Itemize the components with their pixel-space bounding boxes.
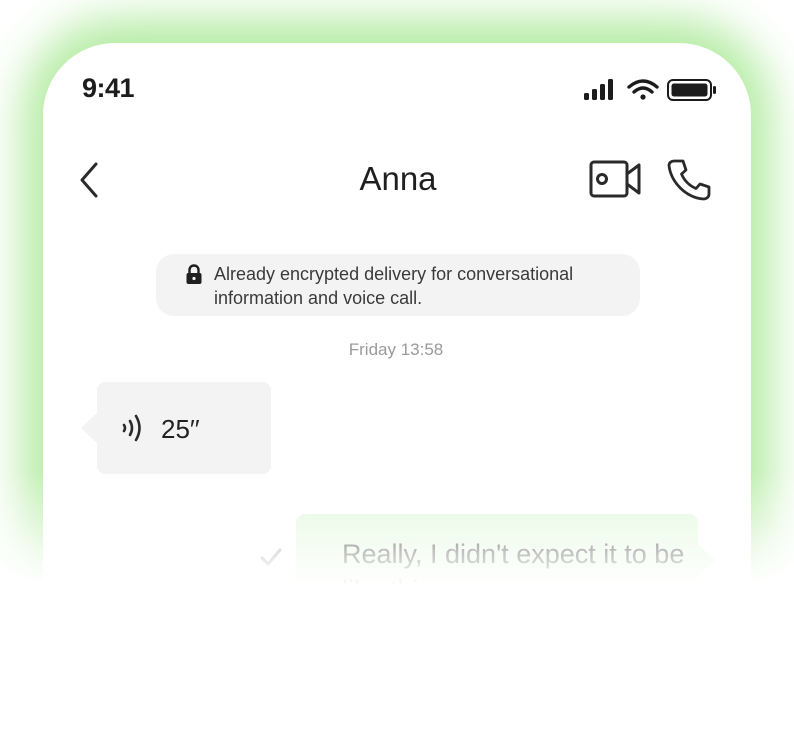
wifi-icon — [627, 79, 659, 100]
app-screen: 9:41 Anna Already encrypted delivery for… — [0, 0, 794, 746]
outgoing-message-text: Really, I didn't expect it to be like th… — [342, 539, 685, 605]
phone-call-icon — [667, 159, 711, 201]
encryption-notice: Already encrypted delivery for conversat… — [156, 254, 640, 316]
contact-name: Anna — [359, 160, 437, 197]
voice-duration: 25′′ — [161, 414, 200, 444]
video-call-icon — [589, 160, 641, 198]
check-icon — [260, 548, 282, 566]
message-timestamp: Friday 13:58 — [348, 340, 444, 359]
voice-wave-icon — [122, 414, 141, 442]
lock-icon — [186, 264, 202, 284]
status-icons — [584, 79, 716, 101]
back-button[interactable] — [70, 158, 110, 202]
battery-icon — [667, 79, 716, 101]
encryption-notice-text: Already encrypted delivery for conversat… — [214, 264, 574, 308]
chevron-left-icon — [80, 162, 98, 198]
status-time: 9:41 — [82, 73, 135, 103]
outgoing-message-bubble[interactable]: Really, I didn't expect it to be like th… — [296, 514, 715, 626]
signal-icon — [584, 79, 613, 100]
bubble-tail — [81, 412, 98, 444]
bubble-tail — [698, 544, 715, 576]
video-call-button[interactable] — [586, 156, 644, 202]
voice-message-bubble[interactable]: 25′′ — [81, 382, 271, 474]
phone-call-button[interactable] — [664, 156, 712, 202]
